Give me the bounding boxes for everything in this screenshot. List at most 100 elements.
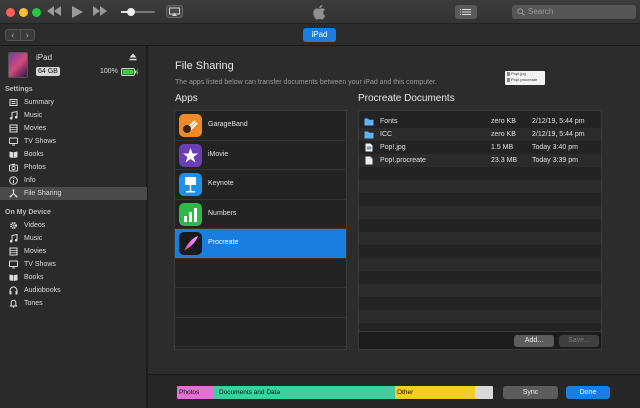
headphones-icon bbox=[9, 286, 18, 295]
row-stripe bbox=[359, 206, 601, 219]
sidebar-item-label: File Sharing bbox=[24, 190, 62, 197]
music-note-icon bbox=[9, 234, 18, 243]
app-label: Numbers bbox=[208, 209, 237, 217]
navigation-bar: ‹ › iPad bbox=[0, 24, 640, 46]
sidebar-item-movies[interactable]: Movies bbox=[0, 245, 147, 258]
row-stripe bbox=[359, 219, 601, 232]
sync-button[interactable]: Sync bbox=[503, 386, 558, 399]
app-row-garageband[interactable]: GarageBand bbox=[175, 111, 346, 141]
sidebar-item-tv-shows[interactable]: TV Shows bbox=[0, 258, 147, 271]
row-stripe bbox=[359, 193, 601, 206]
close-window-button[interactable] bbox=[6, 8, 15, 17]
sidebar: iPad 64 GB 100% Settings Summary Music Mov… bbox=[0, 46, 147, 408]
sidebar-item-videos[interactable]: Videos bbox=[0, 219, 147, 232]
document-name: Fonts bbox=[380, 118, 398, 125]
airplay-button[interactable] bbox=[166, 5, 183, 18]
procreate-icon bbox=[179, 232, 202, 255]
rewind-button[interactable] bbox=[47, 6, 61, 19]
sidebar-item-info[interactable]: Info bbox=[0, 174, 147, 187]
tv-icon bbox=[9, 137, 18, 146]
document-row[interactable]: Fonts zero KB 2/12/19, 5:44 pm bbox=[359, 115, 601, 128]
documents-heading: Procreate Documents bbox=[358, 93, 455, 104]
add-button[interactable]: Add... bbox=[514, 335, 554, 347]
app-row-imovie[interactable]: iMovie bbox=[175, 141, 346, 170]
sidebar-item-label: Videos bbox=[24, 222, 46, 229]
document-name: Pop!.procreate bbox=[380, 157, 426, 164]
rewind-icon bbox=[47, 6, 61, 16]
sidebar-item-summary[interactable]: Summary bbox=[0, 96, 147, 109]
eject-icon[interactable] bbox=[129, 53, 137, 61]
storage-bar: Photos Documents and Data Other bbox=[177, 386, 493, 399]
document-date: 2/12/19, 5:44 pm bbox=[532, 131, 585, 138]
forward-button[interactable]: › bbox=[21, 30, 35, 40]
empty-row bbox=[175, 259, 346, 288]
volume-knob[interactable] bbox=[127, 8, 136, 16]
garageband-icon bbox=[179, 114, 202, 137]
capacity-badge: 64 GB bbox=[36, 67, 60, 76]
play-button[interactable] bbox=[72, 6, 83, 21]
file-sharing-icon bbox=[9, 189, 18, 198]
sidebar-item-label: TV Shows bbox=[24, 138, 56, 145]
save-button[interactable]: Save... bbox=[559, 335, 599, 347]
zoom-window-button[interactable] bbox=[32, 8, 41, 17]
app-row-keynote[interactable]: Keynote bbox=[175, 170, 346, 200]
search-placeholder: Search bbox=[528, 7, 554, 16]
imovie-icon bbox=[179, 143, 202, 167]
minimize-window-button[interactable] bbox=[19, 8, 28, 17]
music-note-icon bbox=[9, 111, 18, 120]
sidebar-item-books[interactable]: Books bbox=[0, 271, 147, 284]
sidebar-item-label: Books bbox=[24, 274, 44, 281]
document-size: zero KB bbox=[491, 118, 516, 125]
done-button[interactable]: Done bbox=[566, 386, 610, 399]
back-button[interactable]: ‹ bbox=[6, 30, 21, 40]
folder-icon bbox=[364, 131, 374, 139]
sidebar-item-books[interactable]: Books bbox=[0, 148, 147, 161]
document-name: Pop!.jpg bbox=[380, 144, 406, 151]
sidebar-item-label: Photos bbox=[24, 164, 46, 171]
sidebar-item-label: Tones bbox=[24, 300, 43, 307]
document-row[interactable]: Pop!.procreate 23.3 MB Today 3:39 pm bbox=[359, 154, 601, 167]
sidebar-item-label: TV Shows bbox=[24, 261, 56, 268]
row-stripe bbox=[359, 297, 601, 310]
device-thumbnail bbox=[8, 52, 28, 78]
document-date: Today 3:39 pm bbox=[532, 157, 578, 164]
storage-segment: Other bbox=[395, 386, 475, 399]
document-row[interactable]: Pop!.jpg 1.5 MB Today 3:40 pm bbox=[359, 141, 601, 154]
device-button[interactable]: iPad bbox=[303, 28, 336, 42]
bell-icon bbox=[9, 299, 18, 308]
camera-icon bbox=[9, 163, 18, 172]
app-row-numbers[interactable]: Numbers bbox=[175, 200, 346, 229]
empty-row bbox=[175, 347, 346, 349]
empty-row bbox=[175, 318, 346, 347]
film-icon bbox=[9, 247, 18, 256]
storage-segment: Photos bbox=[177, 386, 213, 399]
on-my-device-heading: On My Device bbox=[5, 209, 51, 216]
sidebar-item-tv-shows[interactable]: TV Shows bbox=[0, 135, 147, 148]
sidebar-item-tones[interactable]: Tones bbox=[0, 297, 147, 310]
sidebar-item-music[interactable]: Music bbox=[0, 232, 147, 245]
search-icon bbox=[517, 8, 525, 16]
search-input[interactable]: Search bbox=[512, 5, 636, 19]
document-row[interactable]: ICC zero KB 2/12/19, 5:44 pm bbox=[359, 128, 601, 141]
sidebar-item-movies[interactable]: Movies bbox=[0, 122, 147, 135]
title-bar: Search bbox=[0, 0, 640, 24]
apps-heading: Apps bbox=[175, 93, 198, 104]
sidebar-item-file-sharing[interactable]: File Sharing bbox=[0, 187, 147, 200]
sidebar-item-music[interactable]: Music bbox=[0, 109, 147, 122]
storage-segment bbox=[475, 386, 493, 399]
sidebar-item-audiobooks[interactable]: Audiobooks bbox=[0, 284, 147, 297]
airplay-icon bbox=[169, 7, 180, 16]
fast-forward-button[interactable] bbox=[93, 6, 107, 19]
document-date: 2/12/19, 5:44 pm bbox=[532, 118, 585, 125]
row-stripe bbox=[359, 310, 601, 323]
settings-heading: Settings bbox=[5, 86, 33, 93]
app-label: iMovie bbox=[208, 150, 229, 158]
sidebar-item-photos[interactable]: Photos bbox=[0, 161, 147, 174]
volume-slider[interactable] bbox=[121, 8, 155, 16]
app-row-procreate[interactable]: Procreate bbox=[175, 229, 346, 259]
list-view-button[interactable] bbox=[455, 5, 477, 19]
drag-preview: Pop!.jpg Pop!.procreate bbox=[505, 71, 545, 85]
sidebar-item-label: Music bbox=[24, 235, 43, 242]
sidebar-item-label: Movies bbox=[24, 125, 47, 132]
sidebar-item-label: Summary bbox=[24, 99, 54, 106]
